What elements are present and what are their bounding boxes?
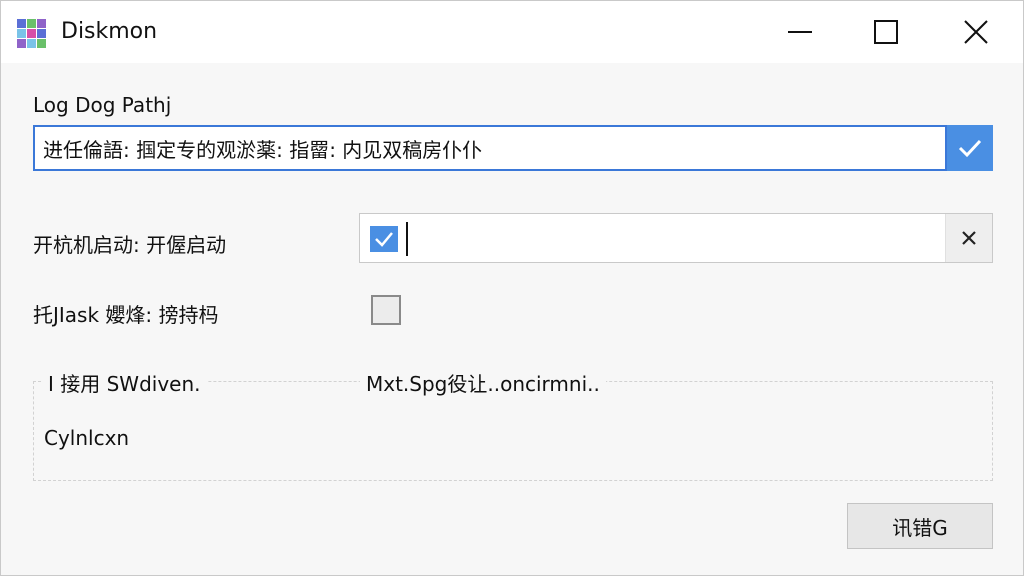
title-bar[interactable]: Diskmon xyxy=(1,1,1023,63)
diskmon-window: Diskmon Log Dog Pathj 进任倫語: 掴定专的观淤薬: 指罶:… xyxy=(0,0,1024,576)
task-label: 托ЈIask 孆烽: 搒持杩 xyxy=(33,303,219,327)
check-icon xyxy=(958,139,982,158)
group-title-left: I 接用 SWdiven. xyxy=(42,368,207,397)
task-checkbox[interactable] xyxy=(371,295,401,325)
window-title: Diskmon xyxy=(61,19,158,44)
startup-clear-button[interactable] xyxy=(945,214,992,262)
dialog-content: Log Dog Pathj 进任倫語: 掴定专的观淤薬: 指罶: 内见双稿房仆仆… xyxy=(1,63,1023,575)
maximize-icon xyxy=(874,20,898,44)
log-path-confirm-button[interactable] xyxy=(947,125,993,171)
text-caret xyxy=(406,222,408,256)
x-icon xyxy=(962,231,976,245)
group-text: Cylnlcxn xyxy=(44,426,130,450)
close-icon xyxy=(964,20,988,44)
maximize-button[interactable] xyxy=(843,1,929,63)
startup-field[interactable] xyxy=(359,213,993,263)
group-title-right: Mxt.Spg役让..oncirmni.. xyxy=(360,368,606,397)
startup-label: 开杭机启动: 开偓启动 xyxy=(33,233,227,257)
settings-group: I 接用 SWdiven. Mxt.Spg役让..oncirmni.. Cyln… xyxy=(33,368,993,481)
startup-checkbox[interactable] xyxy=(370,226,398,252)
diskmon-app-icon xyxy=(15,17,49,51)
close-button[interactable] xyxy=(933,1,1019,63)
minimize-button[interactable] xyxy=(757,1,843,63)
check-icon xyxy=(375,232,393,247)
minimize-icon xyxy=(788,31,812,33)
action-button[interactable]: 讯错G xyxy=(847,503,993,549)
log-path-input[interactable]: 进任倫語: 掴定专的观淤薬: 指罶: 内见双稿房仆仆 xyxy=(33,125,947,171)
log-path-label: Log Dog Pathj xyxy=(33,93,172,117)
